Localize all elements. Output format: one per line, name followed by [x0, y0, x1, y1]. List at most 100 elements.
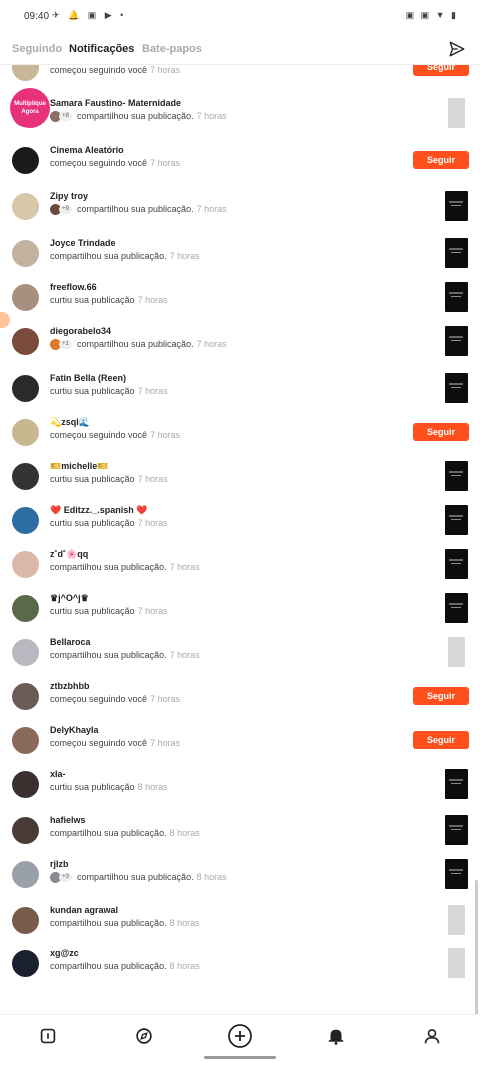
discover-icon[interactable] [133, 1025, 155, 1047]
notification-row[interactable]: xla-curtiu sua publicação 8 horas [0, 769, 480, 813]
send-icon[interactable] [448, 40, 466, 58]
notification-username[interactable]: DelyKhayla [50, 725, 99, 735]
follow-button[interactable]: Seguir [413, 151, 469, 169]
avatar[interactable] [12, 419, 39, 446]
avatar[interactable] [12, 639, 39, 666]
notification-row[interactable]: z˚d˚🌸qq compartilhou sua publicação. 7 hor… [0, 549, 480, 593]
post-thumbnail[interactable] [445, 461, 468, 491]
follow-button[interactable]: Seguir [413, 687, 469, 705]
post-thumbnail[interactable] [445, 769, 468, 799]
avatar[interactable] [12, 240, 39, 267]
notification-row[interactable]: ztbzbhbb começou seguindo você 7 horas Segu… [0, 681, 480, 725]
notification-username[interactable]: diegorabelo34 [50, 326, 111, 336]
post-thumbnail[interactable] [448, 98, 465, 128]
home-icon[interactable] [37, 1025, 59, 1047]
avatar[interactable] [12, 683, 39, 710]
post-thumbnail[interactable] [445, 505, 468, 535]
post-thumbnail[interactable] [445, 373, 468, 403]
avatar[interactable] [12, 950, 39, 977]
activity-time: 7 horas [169, 562, 200, 572]
notification-row[interactable]: ♛j^O^j♛ curtiu sua publicação 7 horas [0, 593, 480, 637]
notification-row[interactable]: Zipy troy +9 compartilhou sua publicação. 7… [0, 191, 480, 235]
notification-username[interactable]: Bellaroca [50, 637, 91, 647]
thumbnail-text-line [449, 869, 463, 871]
notification-activity: +1 compartilhou sua publicação. 7 horas [50, 339, 227, 351]
avatar[interactable] [12, 727, 39, 754]
notification-row[interactable]: Cinema Aleatório começou seguindo você 7 h… [0, 145, 480, 189]
scrollbar[interactable] [475, 880, 478, 1020]
post-thumbnail[interactable] [445, 282, 468, 312]
bell-icon[interactable] [325, 1025, 347, 1047]
post-thumbnail[interactable] [445, 238, 468, 268]
notification-username[interactable]: xg@zc [50, 948, 79, 958]
avatar[interactable] [12, 551, 39, 578]
tab-seguindo[interactable]: Seguindo [12, 43, 62, 55]
avatar[interactable] [12, 375, 39, 402]
notification-row[interactable]: diegorabelo34 +1 compartilhou sua publicaç… [0, 326, 480, 370]
notification-row[interactable]: rjlzb +3 compartilhou sua publicação. 8 hor… [0, 859, 480, 903]
notification-row[interactable]: hafielws compartilhou sua publicação. 8 ho… [0, 815, 480, 859]
post-thumbnail[interactable] [445, 326, 468, 356]
notification-username[interactable]: Samara Faustino- Maternidade [50, 98, 181, 108]
notification-row[interactable]: kundan agrawal compartilhou sua publicaçã… [0, 905, 480, 949]
notification-username[interactable]: hafielws [50, 815, 86, 825]
activity-time: 8 horas [137, 782, 168, 792]
notification-username[interactable]: Zipy troy [50, 191, 88, 201]
post-thumbnail[interactable] [445, 815, 468, 845]
promo-badge[interactable]: Multiplique Agora [10, 88, 50, 128]
notification-row[interactable]: Bellaroca compartilhou sua publicação. 7 h… [0, 637, 480, 681]
follow-button[interactable]: Seguir [413, 731, 469, 749]
notification-row[interactable]: 💫zsql🌊 começou seguindo você 7 horas Seguir [0, 417, 480, 461]
post-thumbnail[interactable] [445, 859, 468, 889]
avatar[interactable] [12, 507, 39, 534]
avatar[interactable] [12, 147, 39, 174]
notification-username[interactable]: ztbzbhbb [50, 681, 90, 691]
notification-username[interactable]: z˚d˚🌸qq [50, 549, 88, 560]
profile-icon[interactable] [421, 1025, 443, 1047]
avatar[interactable] [12, 817, 39, 844]
notification-row[interactable]: freeflow.66 curtiu sua publicação 7 horas [0, 282, 480, 326]
avatar[interactable] [12, 595, 39, 622]
notification-row[interactable]: Joyce Trindade compartilhou sua publicaçã… [0, 238, 480, 282]
post-thumbnail[interactable] [448, 948, 465, 978]
tab-notificacoes[interactable]: Notificações [69, 43, 134, 55]
avatar[interactable] [12, 463, 39, 490]
avatar[interactable] [12, 193, 39, 220]
home-indicator[interactable] [204, 1056, 276, 1059]
notification-row[interactable]: Samara Faustino- Maternidade +8 compartilh… [0, 98, 480, 142]
avatar[interactable] [12, 861, 39, 888]
activity-text: curtiu sua publicação [50, 295, 135, 305]
notification-username[interactable]: Joyce Trindade [50, 238, 116, 248]
notification-username[interactable]: freeflow.66 [50, 282, 97, 292]
avatar[interactable] [12, 328, 39, 355]
avatar[interactable] [12, 284, 39, 311]
notification-username[interactable]: ♛j^O^j♛ [50, 593, 89, 604]
post-thumbnail[interactable] [445, 593, 468, 623]
post-thumbnail[interactable] [445, 191, 468, 221]
notification-username[interactable]: rjlzb [50, 859, 69, 869]
activity-time: 7 horas [137, 518, 168, 528]
post-thumbnail[interactable] [448, 637, 465, 667]
notification-username[interactable]: ❤️ Editzz._.spanish ❤️ [50, 505, 147, 516]
tab-bate-papos[interactable]: Bate-papos [142, 43, 202, 55]
avatar[interactable] [12, 771, 39, 798]
avatar[interactable] [12, 907, 39, 934]
notification-row[interactable]: ❤️ Editzz._.spanish ❤️ curtiu sua publica… [0, 505, 480, 549]
notification-username[interactable]: 🎫michelle🎫 [50, 461, 108, 472]
post-thumbnail[interactable] [448, 905, 465, 935]
follow-button[interactable]: Seguir [413, 423, 469, 441]
create-plus-icon[interactable] [227, 1023, 253, 1049]
notification-row[interactable]: Fatin Bella (Reen) curtiu sua publicação 7… [0, 373, 480, 417]
notification-username[interactable]: Cinema Aleatório [50, 145, 124, 155]
post-thumbnail[interactable] [445, 549, 468, 579]
notification-username[interactable]: xla- [50, 769, 66, 779]
activity-text: curtiu sua publicação [50, 474, 135, 484]
notification-row[interactable]: DelyKhayla começou seguindo você 7 horas Se… [0, 725, 480, 769]
activity-time: 7 horas [137, 386, 168, 396]
notification-username[interactable]: Fatin Bella (Reen) [50, 373, 126, 383]
notification-row[interactable]: 🎫michelle🎫 curtiu sua publicação 7 horas [0, 461, 480, 505]
thumbnail-text-line [451, 387, 461, 388]
notification-row[interactable]: xg@zc compartilhou sua publicação. 8 horas [0, 948, 480, 992]
notification-username[interactable]: kundan agrawal [50, 905, 118, 915]
notification-username[interactable]: 💫zsql🌊 [50, 417, 90, 428]
